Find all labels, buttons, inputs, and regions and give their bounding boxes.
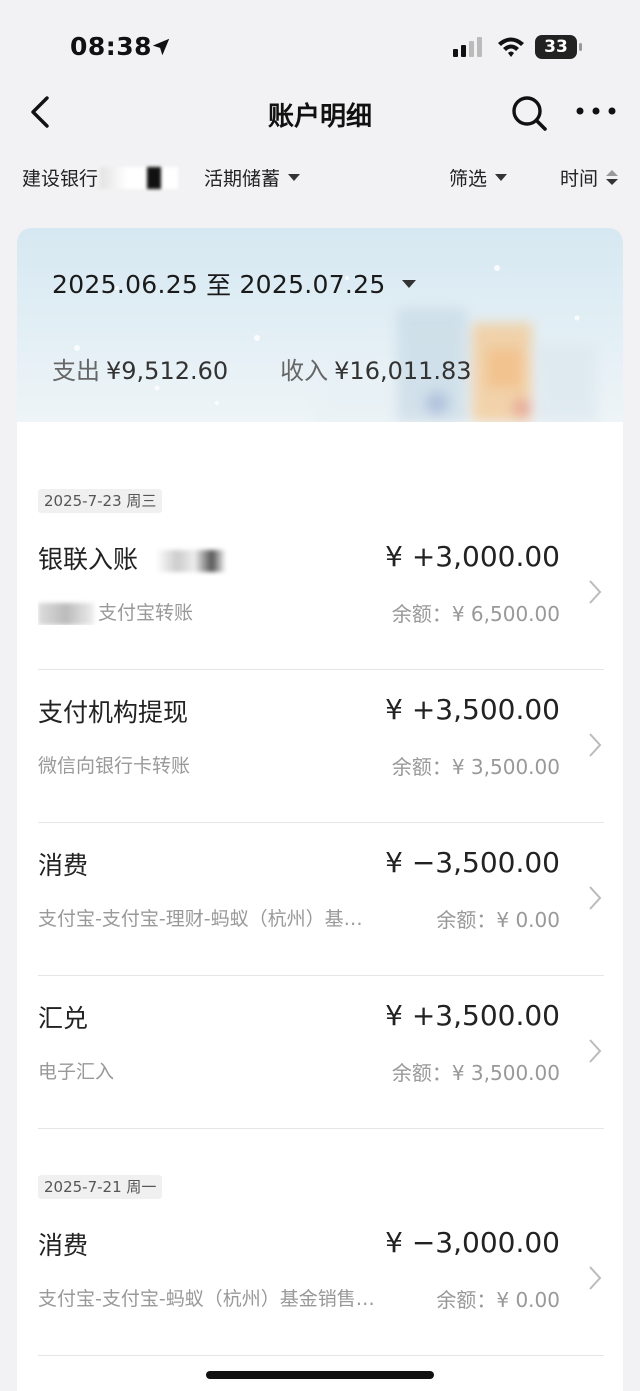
summary-banner: 2025.06.25 至 2025.07.25 支出 ¥9,512.60 收入 ¥1…: [17, 228, 623, 422]
bank-account-selector[interactable]: 建设银行: [22, 164, 179, 191]
range-start: 2025.06.25: [52, 269, 199, 299]
transaction-title: 银联入账: [38, 540, 226, 576]
home-indicator[interactable]: [206, 1371, 434, 1379]
range-separator: 至: [206, 271, 232, 300]
redacted-sender: [38, 602, 94, 625]
sort-icon: [606, 170, 619, 185]
period-summary: 支出 ¥9,512.60 收入 ¥16,011.83: [52, 351, 524, 386]
chevron-right-icon: [589, 733, 602, 757]
transaction-desc: 支付宝-支付宝-蚂蚁（杭州）基金销售…: [38, 1288, 375, 1310]
location-arrow-icon: [152, 38, 170, 56]
battery-level: 33: [544, 37, 568, 57]
wifi-icon: [498, 37, 524, 57]
transaction-amount: ¥ +3,500.00: [385, 999, 560, 1032]
expense-total: ¥9,512.60: [106, 357, 229, 385]
transaction-balance: 余额：¥ 0.00: [436, 908, 560, 932]
cellular-signal-icon: [453, 37, 482, 57]
income-total: ¥16,011.83: [334, 357, 472, 385]
filter-label: 筛选: [449, 168, 488, 190]
winter-scene-illustration: [74, 265, 597, 422]
transaction-row[interactable]: 支付机构提现 ¥ +3,500.00 微信向银行卡转账 余额：¥ 3,500.0…: [38, 671, 604, 823]
redacted-account-number: [100, 166, 179, 189]
chevron-right-icon: [589, 1266, 602, 1290]
transaction-amount: ¥ +3,500.00: [385, 693, 560, 726]
expense-label: 支出: [52, 357, 100, 385]
chevron-right-icon: [589, 580, 602, 604]
transaction-row[interactable]: 消费 ¥ −3,500.00 支付宝-支付宝-理财-蚂蚁（杭州）基… 余额：¥ …: [38, 824, 604, 976]
status-time: 08:38: [70, 32, 153, 61]
divider: [38, 1128, 604, 1129]
nav-bar: 账户明细: [0, 80, 640, 144]
income-label: 收入: [280, 357, 329, 385]
redacted-name: [155, 550, 226, 572]
transaction-desc: 微信向银行卡转账: [38, 755, 191, 777]
status-bar: 08:38 33: [0, 0, 640, 90]
account-type-dropdown[interactable]: 活期储蓄: [204, 164, 301, 191]
transaction-amount: ¥ −3,000.00: [385, 1226, 560, 1259]
transaction-row[interactable]: 消费 ¥ −3,000.00 支付宝-支付宝-蚂蚁（杭州）基金销售… 余额：¥ …: [38, 1204, 604, 1356]
date-header: 2025-7-21 周一: [38, 1175, 163, 1199]
divider: [38, 669, 604, 670]
transaction-balance: 余额：¥ 3,500.00: [391, 755, 560, 779]
chevron-down-icon: [288, 174, 301, 181]
transaction-desc: 支付宝转账: [98, 602, 194, 624]
sort-by-time[interactable]: 时间: [560, 164, 619, 191]
transaction-title: 支付机构提现: [38, 698, 189, 727]
divider: [38, 975, 604, 976]
range-end: 2025.07.25: [239, 269, 386, 299]
transaction-amount: ¥ −3,500.00: [385, 846, 560, 879]
divider: [38, 1355, 604, 1356]
transaction-balance: 余额：¥ 0.00: [436, 1288, 560, 1312]
transaction-balance: 余额：¥ 3,500.00: [391, 1061, 560, 1085]
transaction-amount: ¥ +3,000.00: [385, 540, 560, 573]
transaction-row[interactable]: 银联入账 ¥ +3,000.00 支付宝转账 余额：¥ 6,500.00: [38, 518, 604, 670]
transaction-title: 汇兑: [38, 1004, 89, 1033]
more-icon[interactable]: [574, 100, 618, 122]
date-header: 2025-7-23 周三: [38, 489, 163, 513]
divider: [38, 822, 604, 823]
chevron-down-icon: [401, 280, 416, 288]
sort-label: 时间: [560, 168, 599, 190]
search-icon[interactable]: [508, 92, 550, 134]
transaction-title: 消费: [38, 1231, 89, 1260]
transaction-row[interactable]: 汇兑 ¥ +3,500.00 电子汇入 余额：¥ 3,500.00: [38, 977, 604, 1129]
account-type-label: 活期储蓄: [204, 168, 281, 190]
chevron-right-icon: [589, 886, 602, 910]
date-range-selector[interactable]: 2025.06.25 至 2025.07.25: [52, 266, 416, 302]
bank-name: 建设银行: [22, 168, 99, 190]
transaction-title: 消费: [38, 851, 89, 880]
filter-dropdown[interactable]: 筛选: [449, 164, 508, 191]
transaction-balance: 余额：¥ 6,500.00: [391, 602, 560, 626]
filter-bar: 建设银行 活期储蓄 筛选 时间: [0, 150, 640, 204]
transaction-desc: 电子汇入: [38, 1061, 115, 1083]
chevron-right-icon: [589, 1039, 602, 1063]
transaction-desc: 支付宝-支付宝-理财-蚂蚁（杭州）基…: [38, 908, 363, 930]
chevron-down-icon: [495, 174, 508, 181]
transactions-card: 2025.06.25 至 2025.07.25 支出 ¥9,512.60 收入 ¥1…: [17, 228, 623, 1391]
transaction-type: 银联入账: [38, 545, 139, 574]
transaction-desc-wrap: 支付宝转账: [38, 598, 193, 625]
